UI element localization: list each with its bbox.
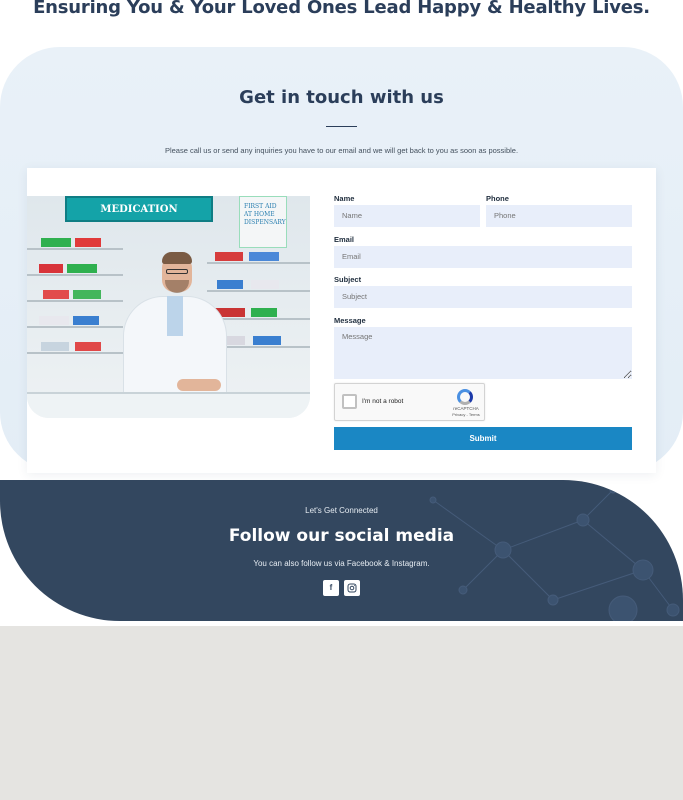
contact-card: MEDICATION FIRST AID AT HOME DISPENSARY [27, 168, 656, 473]
recaptcha-widget: I'm not a robot reCAPTCHA Privacy - Term… [334, 383, 485, 421]
name-input[interactable] [334, 205, 480, 227]
photo-product-box [73, 316, 99, 325]
photo-product-box [39, 264, 63, 273]
photo-product-box [75, 342, 101, 351]
recaptcha-terms-link[interactable]: Privacy - Terms [449, 412, 483, 417]
photo-product-box [43, 290, 69, 299]
photo-product-box [251, 308, 277, 317]
photo-medication-sign: MEDICATION [65, 196, 213, 222]
photo-first-aid-sign: FIRST AID AT HOME DISPENSARY [239, 196, 287, 248]
message-label: Message [334, 316, 366, 325]
photo-person-hair [162, 252, 192, 264]
phone-label: Phone [486, 194, 509, 203]
photo-counter [27, 392, 310, 418]
instagram-glyph-icon [347, 583, 357, 593]
social-title: Follow our social media [228, 526, 455, 546]
recaptcha-brand: reCAPTCHA [453, 406, 479, 411]
photo-product-box [41, 342, 69, 351]
photo-product-box [41, 238, 71, 247]
photo-shelf [27, 352, 123, 354]
hero-tagline: Ensuring You & Your Loved Ones Lead Happ… [33, 0, 650, 18]
photo-product-box [67, 264, 97, 273]
photo-shelf [27, 274, 123, 276]
photo-product-box [39, 316, 69, 325]
page: Ensuring You & Your Loved Ones Lead Happ… [0, 0, 683, 800]
photo-product-box [75, 238, 101, 247]
contact-subtitle: Please call us or send any inquiries you… [164, 146, 519, 155]
phone-input[interactable] [486, 205, 632, 227]
photo-product-box [251, 280, 279, 289]
title-divider [326, 126, 357, 127]
recaptcha-logo-icon [457, 389, 473, 405]
photo-shelf [207, 262, 310, 264]
photo-product-box [215, 252, 243, 261]
subject-label: Subject [334, 275, 362, 284]
photo-product-box [217, 280, 243, 289]
instagram-icon[interactable] [344, 580, 360, 596]
recaptcha-label: I'm not a robot [362, 398, 404, 405]
photo-product-box [253, 336, 281, 345]
email-label: Email [334, 235, 355, 244]
contact-title: Get in touch with us [239, 87, 444, 108]
photo-sign2-text: FIRST AID AT HOME DISPENSARY [244, 203, 286, 226]
photo-shelf [27, 248, 123, 250]
photo-shelf [207, 290, 310, 292]
pharmacist-photo: MEDICATION FIRST AID AT HOME DISPENSARY [27, 196, 310, 418]
blank-footer-area [0, 626, 683, 800]
subject-input[interactable] [334, 286, 632, 308]
email-input[interactable] [334, 246, 632, 268]
photo-product-box [249, 252, 279, 261]
submit-button[interactable]: Submit [334, 427, 632, 450]
photo-person-shirt [167, 296, 183, 336]
photo-person-hands [177, 379, 221, 391]
facebook-icon[interactable]: f [323, 580, 339, 596]
photo-sign-text: MEDICATION [100, 204, 178, 215]
message-textarea[interactable] [334, 327, 632, 379]
photo-product-box [73, 290, 101, 299]
photo-shelf [27, 300, 123, 302]
photo-person-glasses [166, 269, 188, 274]
network-pattern-icon [429, 486, 680, 621]
social-section: Let's Get Connected Follow our social me… [0, 480, 683, 621]
photo-shelf [27, 326, 123, 328]
name-label: Name [334, 194, 355, 203]
social-subtitle: You can also follow us via Facebook & In… [253, 559, 430, 568]
recaptcha-checkbox[interactable] [342, 394, 357, 409]
social-kicker: Let's Get Connected [305, 506, 378, 515]
